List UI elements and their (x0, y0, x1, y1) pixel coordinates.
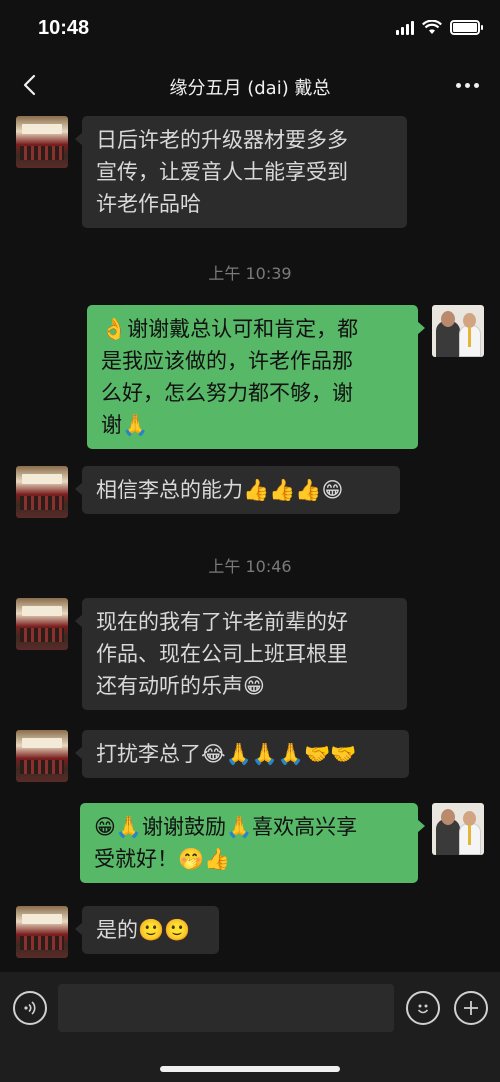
message-bubble-incoming[interactable]: 日后许老的升级器材要多多 宣传，让爱音人士能享受到 许老作品哈 (75, 116, 407, 228)
home-indicator[interactable] (160, 1066, 340, 1072)
message-bubble-incoming[interactable]: 是的🙂🙂 (75, 906, 219, 954)
chat-header: 缘分五月 (dai) 戴总 (0, 60, 500, 112)
contact-avatar[interactable] (16, 906, 68, 958)
voice-icon (24, 1001, 36, 1015)
message-input[interactable] (58, 984, 394, 1032)
more-dot-icon (455, 82, 461, 88)
more-functions-button[interactable] (454, 991, 488, 1025)
emoji-button[interactable] (406, 991, 440, 1025)
contact-avatar[interactable] (16, 598, 68, 650)
contact-avatar[interactable] (16, 466, 68, 518)
status-bar: 10:48 (0, 0, 500, 60)
signal-icon (396, 20, 414, 35)
plus-icon (464, 1001, 478, 1015)
status-time: 10:48 (38, 17, 90, 39)
message-bubble-incoming[interactable]: 打扰李总了😂🙏🙏🙏🤝🤝 (75, 730, 409, 778)
status-icons (396, 20, 483, 35)
wifi-icon (422, 20, 442, 34)
more-options-button[interactable] (452, 72, 482, 98)
my-avatar[interactable] (432, 305, 484, 357)
voice-input-button[interactable] (13, 991, 47, 1025)
message-bubble-incoming[interactable]: 现在的我有了许老前辈的好 作品、现在公司上班耳根里 还有动听的乐声😁 (75, 598, 407, 710)
battery-icon (450, 20, 483, 35)
emoji-icon (417, 1004, 429, 1014)
contact-avatar[interactable] (16, 730, 68, 782)
message-timestamp: 上午 10:39 (208, 264, 292, 283)
more-dot-icon (473, 82, 479, 88)
message-timestamp: 上午 10:46 (208, 557, 292, 576)
chat-title: 缘分五月 (dai) 戴总 (169, 78, 331, 99)
message-bubble-outgoing[interactable]: 👌谢谢戴总认可和肯定，都 是我应该做的，许老作品那 么好，怎么努力都不够，谢 谢… (87, 305, 425, 449)
message-bubble-incoming[interactable]: 相信李总的能力👍👍👍😁 (75, 466, 400, 514)
more-dot-icon (464, 82, 470, 88)
my-avatar[interactable] (432, 803, 484, 855)
contact-avatar[interactable] (16, 116, 68, 168)
message-bubble-outgoing[interactable]: 😁🙏谢谢鼓励🙏喜欢高兴享 受就好！🤭👍 (80, 803, 425, 883)
